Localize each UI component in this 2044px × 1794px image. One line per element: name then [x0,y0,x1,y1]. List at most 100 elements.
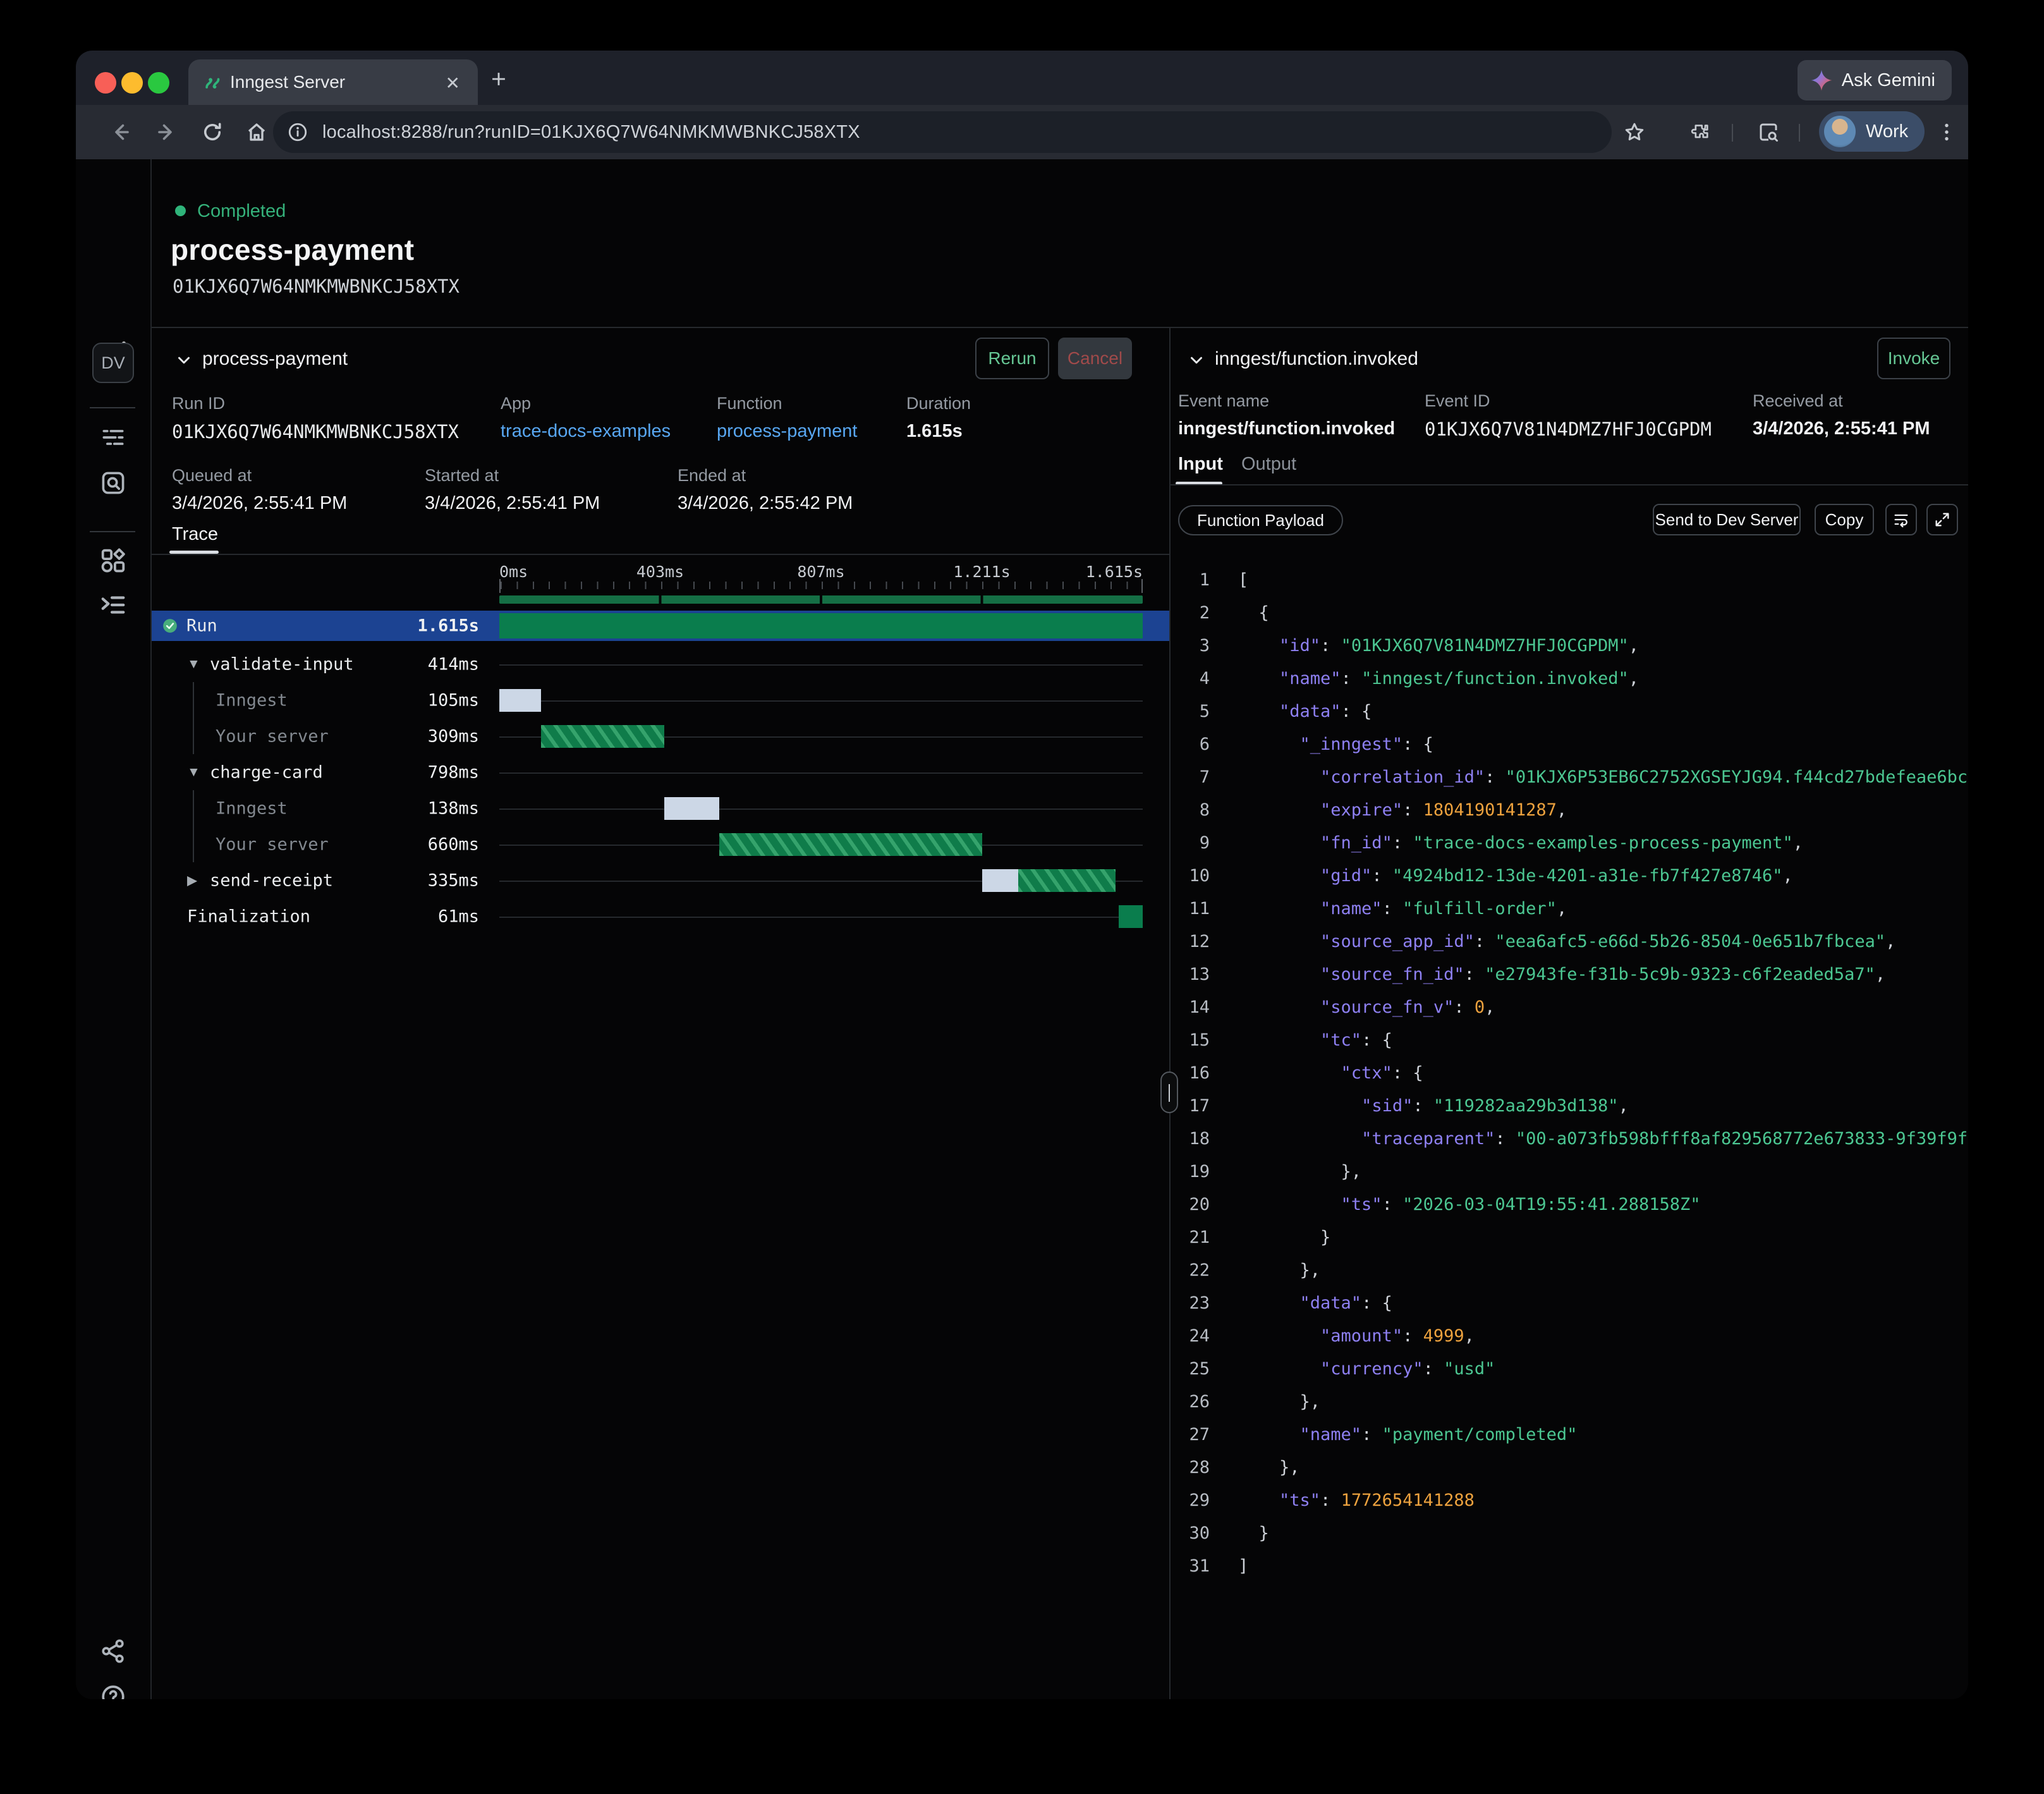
new-tab-button[interactable] [488,68,509,90]
trace-row-your-server[interactable]: Your server660ms [152,826,1169,862]
meta-value[interactable]: trace-docs-examples [501,421,717,442]
extensions-icon[interactable] [1689,121,1712,143]
trace-row-label: Inngest [216,690,288,710]
trace-row-validate-input[interactable]: ▼validate-input414ms [152,646,1169,682]
payload-selector-label: Function Payload [1197,511,1324,530]
toolbar-separator [1732,124,1733,142]
bookmark-star-icon[interactable] [1623,121,1646,143]
span-bar[interactable] [664,797,719,820]
reload-icon[interactable] [201,121,224,143]
code-line: 11"name": "fulfill-order", [1171,893,1968,925]
tab-trace[interactable]: Trace [172,524,218,545]
line-number: 11 [1184,899,1210,918]
tab-output[interactable]: Output [1241,454,1296,475]
span-bar[interactable] [499,689,541,712]
functions-icon[interactable] [99,590,128,619]
nav-rail: DV [76,159,152,1699]
trace-row-charge-card[interactable]: ▼charge-card798ms [152,754,1169,790]
span-bar[interactable] [1018,869,1116,892]
meta-label: Queued at [172,466,425,485]
expand-button[interactable] [1926,504,1958,535]
code-line: 1[ [1171,564,1968,597]
code-line: 7"correlation_id": "01KJX6P53EB6C2752XGS… [1171,761,1968,794]
cancel-button[interactable]: Cancel [1058,338,1132,379]
span-bar[interactable] [982,869,1018,892]
apps-icon[interactable] [99,546,128,575]
zoom-window-button[interactable] [148,72,169,94]
rail-divider [90,407,135,408]
home-icon[interactable] [245,121,268,143]
browser-tab-strip: Inngest Server ✕ Ask Gemini [76,51,1968,105]
expand-step-icon[interactable]: ▶ [187,872,197,888]
code-line: 29"ts": 1772654141288 [1171,1484,1968,1517]
run-section-title: process-payment [202,348,348,370]
invoke-button[interactable]: Invoke [1877,338,1950,379]
code-line: 3"id": "01KJX6Q7V81N4DMZ7HFJ0CGPDM", [1171,630,1968,662]
collapse-run-chevron-down-icon[interactable] [174,351,193,370]
line-number: 1 [1184,570,1210,590]
span-bar[interactable] [1119,905,1143,928]
app-badge[interactable]: DV [92,343,134,383]
share-icon[interactable] [99,1637,127,1665]
browser-tab[interactable]: Inngest Server ✕ [188,59,478,105]
profile-button[interactable]: Work [1819,111,1925,152]
run-status: Completed [197,201,286,222]
meta-value[interactable]: process-payment [717,421,906,442]
trace-search-icon[interactable] [99,469,127,497]
meta-value: 01KJX6Q7W64NMKMWBNKCJ58XTX [172,421,501,442]
payload-code[interactable]: 1[2{3"id": "01KJX6Q7V81N4DMZ7HFJ0CGPDM",… [1171,564,1968,1583]
close-window-button[interactable] [95,72,116,94]
rerun-button[interactable]: Rerun [975,338,1049,379]
child-guide-line [193,790,194,826]
collapse-event-chevron-down-icon[interactable] [1187,351,1206,370]
side-panel-search-icon[interactable] [1757,121,1780,143]
span-bar[interactable] [499,613,1143,638]
minimize-window-button[interactable] [121,72,143,94]
cancel-label: Cancel [1068,348,1122,369]
run-id-text: 01KJX6Q7W64NMKMWBNKCJ58XTX [173,276,459,297]
inngest-dev-server-app: DV [76,159,1968,1699]
timeline-track-line [499,700,1143,702]
trace-row-your-server[interactable]: Your server309ms [152,718,1169,754]
panel-resize-handle[interactable] [1160,1071,1178,1113]
code-line: 31] [1171,1550,1968,1583]
help-icon[interactable] [99,1683,127,1699]
trace-row-send-receipt[interactable]: ▶send-receipt335ms [152,862,1169,898]
run-meta-duration: Duration1.615s [906,394,1045,442]
browser-menu-icon[interactable] [1935,121,1958,143]
payload-selector-pill[interactable]: Function Payload [1178,505,1343,535]
span-bar[interactable] [719,833,982,856]
collapse-step-icon[interactable]: ▼ [187,765,200,780]
trace-row-run[interactable]: Run1.615s [152,611,1169,641]
tab-input[interactable]: Input [1178,454,1223,475]
trace-row-inngest[interactable]: Inngest138ms [152,790,1169,826]
line-number: 21 [1184,1228,1210,1247]
copy-button[interactable]: Copy [1815,504,1874,535]
timeline-ruler [499,579,1143,593]
site-info-icon[interactable] [287,121,308,143]
forward-icon[interactable] [155,121,178,143]
timeline-minimap[interactable] [499,595,1143,604]
trace-row-inngest[interactable]: Inngest105ms [152,682,1169,718]
axis-tick-label: 807ms [797,563,844,581]
collapse-step-icon[interactable]: ▼ [187,657,200,672]
url-bar[interactable]: localhost:8288/run?runID=01KJX6Q7W64NMKM… [273,111,1612,153]
word-wrap-button[interactable] [1885,504,1917,535]
tab-close-icon[interactable]: ✕ [446,73,460,94]
run-meta-started-at: Started at3/4/2026, 2:55:41 PM [425,466,678,514]
trace-row-label: Your server [216,834,329,854]
ask-gemini-button[interactable]: Ask Gemini [1798,60,1952,101]
code-line: 23"data": { [1171,1287,1968,1320]
code-line: 26}, [1171,1386,1968,1419]
run-meta-row-1: Run ID01KJX6Q7W64NMKMWBNKCJ58XTXApptrace… [172,394,1045,442]
send-to-dev-server-button[interactable]: Send to Dev Server [1653,504,1801,535]
line-number: 17 [1184,1096,1210,1116]
back-icon[interactable] [109,121,131,143]
line-number: 27 [1184,1425,1210,1444]
rerun-label: Rerun [988,348,1036,369]
span-bar[interactable] [541,725,664,748]
run-meta-function: Functionprocess-payment [717,394,906,442]
runs-list-icon[interactable] [99,424,127,451]
meta-label: Ended at [678,466,930,485]
trace-row-finalization[interactable]: Finalization61ms [152,898,1169,934]
